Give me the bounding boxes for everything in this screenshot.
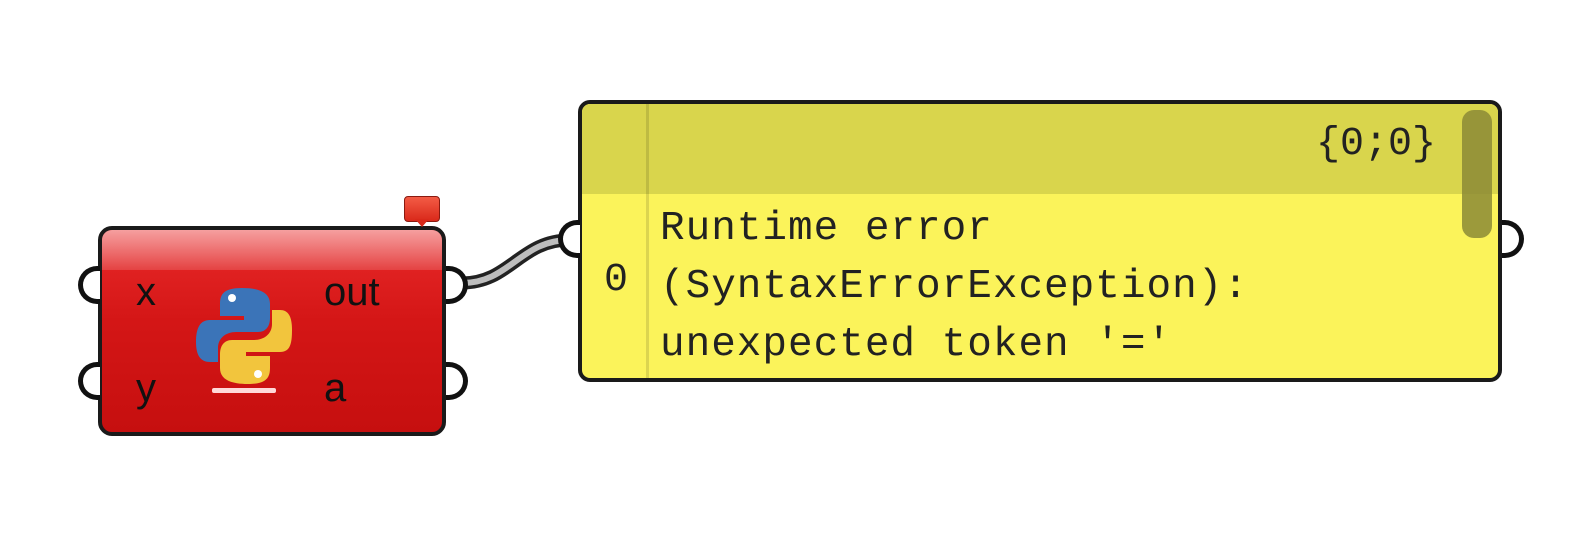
output-param-a[interactable]: a [324,368,346,408]
input-param-y[interactable]: y [136,368,156,408]
output-param-out[interactable]: out [324,272,380,312]
panel-text-line: unexpected token '=' [660,322,1173,368]
error-balloon-icon[interactable] [404,196,440,227]
panel-text-line: (SyntaxErrorException): [660,264,1249,310]
data-path: {0;0} [1315,122,1436,167]
input-grip-x[interactable] [78,266,100,304]
text-panel[interactable]: {0;0} 0 Runtime error (SyntaxErrorExcept… [578,100,1502,382]
input-param-x[interactable]: x [136,272,156,312]
python-script-component[interactable]: x y out a [98,226,446,436]
output-grip-a[interactable] [446,362,468,400]
input-grip-y[interactable] [78,362,100,400]
panel-output-grip[interactable] [1502,220,1524,258]
output-grip-out[interactable] [446,266,468,304]
panel-input-grip[interactable] [558,220,580,258]
row-index: 0 [604,258,629,303]
panel-text-line: Runtime error [660,206,993,252]
grasshopper-canvas[interactable]: x y out a {0;0} 0 Runtime error (SyntaxE… [0,0,1583,536]
panel-scrollbar[interactable] [1462,110,1492,238]
component-gloss [102,230,442,270]
panel-index-divider [646,104,649,378]
python-icon [196,288,292,393]
panel-row-text: Runtime error (SyntaxErrorException): un… [660,200,1249,374]
